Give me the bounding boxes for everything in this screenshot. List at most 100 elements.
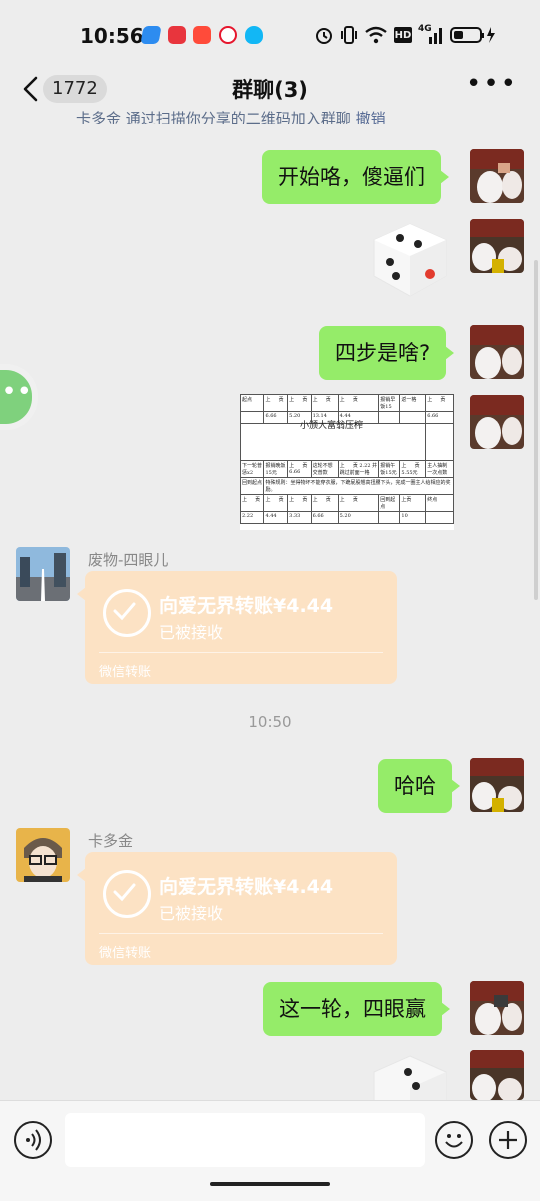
self-avatar[interactable]	[470, 758, 524, 812]
table-cell: 上 贡	[263, 494, 289, 512]
table-cell: 6.66	[425, 411, 454, 424]
table-cell: 上 贡	[425, 394, 454, 412]
emoji-button[interactable]	[435, 1121, 473, 1159]
notice-user: 卡多金	[76, 110, 122, 124]
self-avatar[interactable]	[470, 219, 524, 273]
table-row: 上 贡 上 贡 上 贡 上 贡 上 贡 回到起点 上贡 终点	[240, 494, 454, 512]
check-circle-icon	[103, 870, 151, 918]
table-row: 回到起点 特殊规则：坐得物坏不能穿衣服，下跪屁股翘高扭腰下头，完成一圈主人给相应…	[240, 477, 454, 495]
transfer-card[interactable]: 向爱无界转账¥4.44 已被接收 微信转账	[77, 571, 397, 684]
dice-sticker[interactable]	[368, 218, 452, 302]
table-cell: 起点	[240, 394, 265, 412]
more-icon[interactable]: •••	[466, 71, 518, 97]
transfer-title: 向爱无界转账¥4.44	[159, 876, 334, 898]
table-cell: 上 贡	[287, 494, 312, 512]
table-cell: 终点	[425, 494, 454, 512]
scrollbar[interactable]	[534, 260, 538, 600]
voice-input-button[interactable]	[14, 1121, 52, 1159]
self-avatar[interactable]	[470, 325, 524, 379]
app-notification-icon	[140, 26, 162, 44]
floating-more-button[interactable]: •••	[0, 370, 32, 424]
hd-icon: HD	[394, 27, 412, 43]
vibrate-icon	[340, 24, 358, 46]
table-cell: 上 贡	[263, 394, 289, 412]
table-cell: 上 贡 2.22 并跳过前面一格	[337, 460, 380, 478]
status-time: 10:56	[80, 24, 144, 48]
table-cell: 上 贡	[287, 394, 312, 412]
wifi-icon	[364, 24, 388, 46]
divider	[99, 652, 383, 653]
dice-sticker[interactable]	[368, 1050, 452, 1100]
smile-icon	[445, 1134, 463, 1148]
contact-avatar[interactable]	[16, 828, 70, 882]
table-cell: 上贡	[399, 494, 427, 512]
notice-text: 通过扫描你分享的二维码加入群聊	[121, 110, 356, 124]
qq-icon	[245, 26, 263, 44]
outgoing-message[interactable]: 四步是啥?	[319, 326, 455, 380]
check-circle-icon	[103, 589, 151, 637]
outgoing-message[interactable]: 哈哈	[378, 759, 460, 813]
divider	[99, 933, 383, 934]
alarm-icon	[314, 24, 334, 46]
transfer-status: 已被接收	[159, 904, 224, 923]
table-cell: 10	[399, 511, 427, 524]
table-cell: 上 贡	[310, 394, 339, 412]
table-cell: 上 贡	[337, 494, 380, 512]
transfer-footer: 微信转账	[99, 946, 152, 961]
table-cell: 回到起点	[378, 494, 401, 512]
page-title: 群聊(3)	[232, 78, 308, 102]
table-cell: 特殊规则：坐得物坏不能穿衣服，下跪屁股翘高扭腰下头，完成一圈主人给相应的奖励。	[263, 477, 454, 495]
app-notification-icon	[168, 26, 186, 44]
voice-icon	[26, 1129, 41, 1151]
table-cell	[378, 411, 401, 424]
table-row: 下一轮普惩x2 报销晚饭15元 上 贡 6.66 这轮不想交普款 上 贡 2.2…	[240, 460, 454, 478]
table-cell: 报销晚饭15元	[263, 460, 289, 478]
sender-name: 卡多金	[88, 832, 134, 850]
table-cell	[378, 511, 401, 524]
table-cell	[425, 511, 454, 524]
image-caption: 小颁大富翁压榨	[300, 421, 364, 431]
table-cell: 3.33	[287, 511, 312, 524]
table-cell: 5.20	[337, 511, 380, 524]
contact-avatar[interactable]	[16, 547, 70, 601]
table-cell: 这轮不想交普款	[310, 460, 339, 478]
table-cell: 4.44	[263, 511, 289, 524]
signal-icon: 4G	[418, 24, 444, 46]
battery-icon	[450, 24, 496, 46]
system-notice: 卡多金 通过扫描你分享的二维码加入群聊 撤销	[76, 108, 386, 124]
table-cell: 上 贡	[310, 494, 339, 512]
transfer-title: 向爱无界转账¥4.44	[159, 595, 334, 617]
message-input[interactable]	[65, 1113, 425, 1167]
board-game-image[interactable]: 起点 上 贡 上 贡 上 贡 上 贡 报销早饭15 返一格 上 贡 6.66 5…	[240, 394, 454, 530]
self-avatar[interactable]	[470, 395, 524, 449]
table-cell: 下一轮普惩x2	[240, 460, 265, 478]
weibo-icon	[219, 26, 237, 44]
notice-undo-link[interactable]: 撤销	[356, 110, 386, 124]
transfer-footer: 微信转账	[99, 665, 152, 680]
self-avatar[interactable]	[470, 1050, 524, 1100]
self-avatar[interactable]	[470, 149, 524, 203]
sender-name: 废物-四眼儿	[88, 551, 169, 569]
table-row: 起点 上 贡 上 贡 上 贡 上 贡 报销早饭15 返一格 上 贡	[240, 394, 454, 412]
self-avatar[interactable]	[470, 981, 524, 1035]
table-cell: 上 贡 6.66	[287, 460, 312, 478]
transfer-status: 已被接收	[159, 623, 224, 642]
table-cell: 6.66	[310, 511, 339, 524]
table-cell: 回到起点	[240, 477, 265, 495]
outgoing-message[interactable]: 这一轮，四眼赢	[263, 982, 450, 1036]
table-cell	[240, 411, 265, 424]
table-cell: 上 贡	[240, 494, 265, 512]
table-cell: 报销午饭15元	[378, 460, 401, 478]
table-cell: 主人抽制一次点数	[425, 460, 454, 478]
add-attachment-button[interactable]	[489, 1121, 527, 1159]
outgoing-message[interactable]: 开始咯，傻逼们	[262, 150, 449, 204]
table-cell: 返一格	[399, 394, 427, 412]
table-cell: 上 贡 5.55元	[399, 460, 427, 478]
home-indicator[interactable]	[210, 1182, 330, 1186]
table-row: 2.22 4.44 3.33 6.66 5.20 10	[240, 511, 454, 524]
transfer-card[interactable]: 向爱无界转账¥4.44 已被接收 微信转账	[77, 852, 397, 965]
table-cell: 报销早饭15	[378, 394, 401, 412]
table-cell: 6.66	[263, 411, 289, 424]
table-cell: 2.22	[240, 511, 265, 524]
plus-icon	[499, 1131, 517, 1149]
